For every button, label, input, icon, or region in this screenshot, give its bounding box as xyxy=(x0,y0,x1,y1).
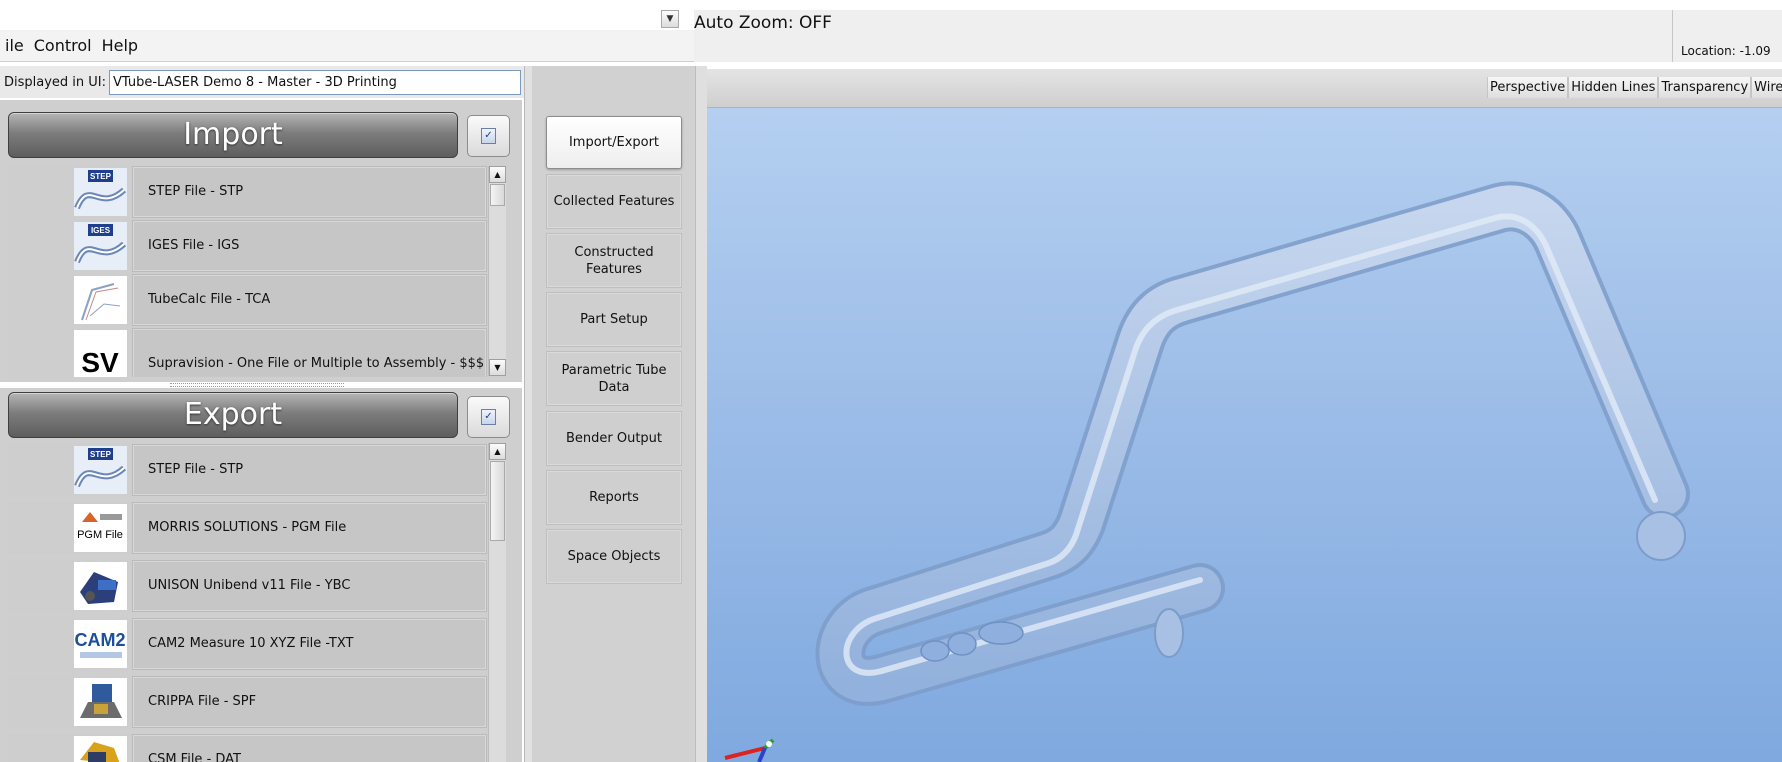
iges-icon: IGES xyxy=(74,222,127,270)
item-label: IGES File - IGS xyxy=(148,238,240,253)
import-item-tubecalc[interactable]: TubeCalc File - TCA xyxy=(8,273,488,327)
unison-icon xyxy=(74,562,127,610)
application-window: Auto Zoom: OFF Location: -1.09 ▼ ile Con… xyxy=(0,0,1782,762)
model-name-bar: Displayed in UI: VTube-LASER Demo 8 - Ma… xyxy=(0,66,524,98)
item-label: UNISON Unibend v11 File - YBC xyxy=(148,578,351,593)
export-item-cam2[interactable]: CAM2 CAM2 Measure 10 XYZ File -TXT xyxy=(8,617,488,671)
import-header[interactable]: Import xyxy=(8,112,458,158)
step-icon-text: STEP xyxy=(90,172,112,181)
item-label: STEP File - STP xyxy=(148,184,244,199)
tube-hole xyxy=(947,632,977,656)
export-panel: Export ✓ STEP STEP File - STP PGM File M… xyxy=(0,388,522,762)
cam2-icon: CAM2 xyxy=(74,620,127,668)
toolbar-dropdown-button[interactable]: ▼ xyxy=(661,10,679,28)
tube-start-cap xyxy=(1154,608,1184,658)
transparency-button[interactable]: Transparency xyxy=(1658,77,1752,98)
item-label: TubeCalc File - TCA xyxy=(148,292,271,307)
export-item-csm[interactable]: CSM File - DAT xyxy=(8,733,488,762)
hidden-lines-button[interactable]: Hidden Lines xyxy=(1568,77,1659,98)
model-name-label: Displayed in UI: xyxy=(4,74,107,90)
import-item-step[interactable]: STEP STEP File - STP xyxy=(8,165,488,219)
menu-help[interactable]: Help xyxy=(97,30,143,62)
step-icon-text: STEP xyxy=(90,450,112,459)
nav-import-export[interactable]: Import/Export xyxy=(546,116,682,169)
tubecalc-icon xyxy=(74,276,127,324)
supravision-icon-text: SV xyxy=(81,347,119,377)
scroll-thumb[interactable] xyxy=(490,461,505,541)
scroll-up-arrow-icon[interactable]: ▲ xyxy=(489,443,506,460)
item-label: MORRIS SOLUTIONS - PGM File xyxy=(148,520,347,535)
item-label: Supravision - One File or Multiple to As… xyxy=(148,356,485,371)
nav-space-objects[interactable]: Space Objects xyxy=(546,529,682,584)
tube-model[interactable] xyxy=(707,108,1782,762)
step-icon: STEP xyxy=(74,446,127,494)
import-item-iges[interactable]: IGES IGES File - IGS xyxy=(8,219,488,273)
import-item-supravision[interactable]: SV Supravision - One File or Multiple to… xyxy=(8,327,488,377)
location-readout: Location: -1.09 xyxy=(1681,44,1771,58)
scroll-thumb[interactable] xyxy=(490,184,505,206)
tube-hole xyxy=(920,640,950,662)
item-label: STEP File - STP xyxy=(148,462,244,477)
import-select-all-button[interactable]: ✓ xyxy=(467,115,510,157)
left-splitter[interactable] xyxy=(524,66,532,762)
scroll-down-arrow-icon[interactable]: ▼ xyxy=(489,359,506,376)
panel-splitter[interactable] xyxy=(170,383,344,387)
nav-parametric-tube-data[interactable]: Parametric Tube Data xyxy=(546,351,682,406)
model-name-field[interactable]: VTube-LASER Demo 8 - Master - 3D Printin… xyxy=(109,69,522,95)
export-item-step[interactable]: STEP STEP File - STP xyxy=(8,443,488,497)
import-panel: Import ✓ STEP STEP File - STP IGES IGES … xyxy=(0,100,522,382)
menu-control[interactable]: Control xyxy=(29,30,97,62)
csm-icon xyxy=(74,736,127,762)
view-mode-buttons: Perspective Hidden Lines Transparency Wi… xyxy=(1487,77,1782,98)
checklist-icon: ✓ xyxy=(481,409,496,425)
nav-bender-output[interactable]: Bender Output xyxy=(546,411,682,466)
nav-collected-features[interactable]: Collected Features xyxy=(546,174,682,229)
crippa-icon xyxy=(74,678,127,726)
view-toolbar: Perspective Hidden Lines Transparency Wi… xyxy=(707,69,1782,108)
export-item-crippa[interactable]: CRIPPA File - SPF xyxy=(8,675,488,729)
navigation-panel: Import/Export Collected Features Constru… xyxy=(532,66,695,762)
status-area: Auto Zoom: OFF Location: -1.09 xyxy=(694,10,1782,62)
wireframe-button[interactable]: Wirefra xyxy=(1751,77,1782,98)
tube-slot xyxy=(978,621,1024,645)
nav-reports[interactable]: Reports xyxy=(546,470,682,525)
export-select-all-button[interactable]: ✓ xyxy=(467,396,510,438)
cam2-icon-text: CAM2 xyxy=(74,630,125,650)
morris-pgm-icon: PGM File xyxy=(74,504,127,552)
pgm-icon-text: PGM File xyxy=(77,529,123,541)
item-label: CAM2 Measure 10 XYZ File -TXT xyxy=(148,636,354,651)
export-item-unison[interactable]: UNISON Unibend v11 File - YBC xyxy=(8,559,488,613)
right-splitter[interactable] xyxy=(695,66,707,762)
tube-end-cap xyxy=(1636,511,1686,561)
step-icon: STEP xyxy=(74,168,127,216)
export-scrollbar[interactable]: ▲ xyxy=(488,443,506,762)
import-list: STEP STEP File - STP IGES IGES File - IG… xyxy=(8,165,488,377)
export-list: STEP STEP File - STP PGM File MORRIS SOL… xyxy=(8,443,488,762)
import-scrollbar[interactable]: ▲ ▼ xyxy=(488,166,506,376)
perspective-button[interactable]: Perspective xyxy=(1487,77,1569,98)
scroll-up-arrow-icon[interactable]: ▲ xyxy=(489,166,506,183)
3d-viewport[interactable] xyxy=(707,108,1782,762)
checklist-icon: ✓ xyxy=(481,128,496,144)
auto-zoom-status: Auto Zoom: OFF xyxy=(694,13,832,33)
iges-icon-text: IGES xyxy=(91,226,111,235)
item-label: CRIPPA File - SPF xyxy=(148,694,257,709)
tube-body xyxy=(819,185,1686,702)
supravision-icon: SV xyxy=(74,330,127,377)
status-divider xyxy=(1672,10,1673,62)
nav-constructed-features[interactable]: Constructed Features xyxy=(546,233,682,288)
item-label: CSM File - DAT xyxy=(148,752,241,762)
nav-part-setup[interactable]: Part Setup xyxy=(546,292,682,347)
menu-bar: ile Control Help xyxy=(0,30,694,62)
export-header[interactable]: Export xyxy=(8,392,458,438)
axis-triad-icon xyxy=(724,738,775,762)
export-item-morris[interactable]: PGM File MORRIS SOLUTIONS - PGM File xyxy=(8,501,488,555)
menu-file[interactable]: ile xyxy=(0,30,29,62)
